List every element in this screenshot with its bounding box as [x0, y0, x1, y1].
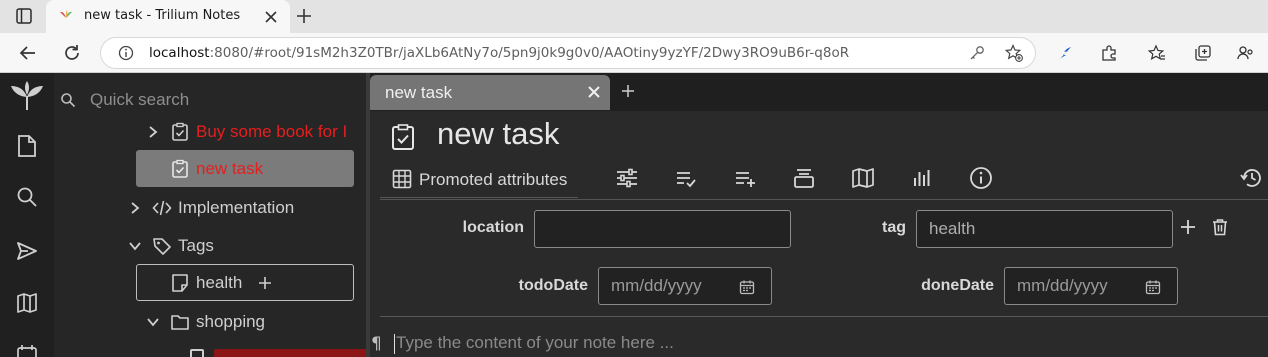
- note-paths-icon[interactable]: [792, 166, 816, 190]
- tree-item-health[interactable]: health: [170, 266, 272, 300]
- owned-attributes-icon[interactable]: [674, 166, 698, 190]
- address-bar[interactable]: localhost:8080/#root/91sM2h3Z0TBr/jaXLb6…: [100, 37, 1036, 69]
- tag-input[interactable]: health: [916, 210, 1173, 248]
- favorite-add-icon[interactable]: [1005, 44, 1023, 62]
- options-sliders-icon[interactable]: [615, 166, 639, 190]
- note-map-icon[interactable]: [851, 166, 875, 190]
- map-icon[interactable]: [16, 292, 38, 314]
- favorites-icon[interactable]: [1148, 44, 1166, 62]
- todo-date-input[interactable]: mm/dd/yyyy: [598, 267, 772, 305]
- done-date-input[interactable]: mm/dd/yyyy: [1004, 267, 1178, 305]
- ribbon-tab-promoted-attributes[interactable]: Promoted attributes: [380, 160, 578, 198]
- new-note-icon[interactable]: [16, 134, 38, 158]
- attribute-label-tag: tag: [882, 219, 906, 236]
- quick-search-icon: [60, 92, 76, 108]
- calendar-picker-icon[interactable]: [739, 279, 755, 295]
- add-attribute-icon[interactable]: [1181, 220, 1195, 234]
- trilium-logo-icon[interactable]: [9, 80, 45, 112]
- browser-tab[interactable]: new task - Trilium Notes: [46, 0, 290, 33]
- editor-caret: [394, 334, 395, 354]
- done-date-placeholder: mm/dd/yyyy: [1017, 276, 1108, 295]
- clipped-tree-item: [190, 349, 366, 357]
- similar-notes-chart-icon[interactable]: [910, 166, 934, 190]
- extension-feather-icon[interactable]: [1056, 44, 1074, 62]
- tree-item-tags[interactable]: Tags: [128, 229, 214, 263]
- folder-icon: [171, 315, 189, 330]
- attributes-divider: [380, 316, 1268, 317]
- chevron-right-icon[interactable]: [128, 201, 142, 215]
- close-tab-icon[interactable]: [264, 10, 278, 24]
- tree-item-new-task[interactable]: new task: [170, 152, 263, 186]
- note-type-icon[interactable]: [390, 123, 416, 151]
- location-input[interactable]: [534, 210, 791, 248]
- note-tab[interactable]: new task: [370, 75, 610, 110]
- new-note-tab-icon[interactable]: [622, 85, 634, 97]
- calendar-picker-icon[interactable]: [1145, 279, 1161, 295]
- tag-icon: [153, 238, 171, 255]
- note-info-icon[interactable]: [969, 166, 993, 190]
- attribute-label-todo-date: todoDate: [518, 277, 588, 294]
- tree-item-label: new task: [196, 159, 264, 178]
- grid-icon: [392, 169, 412, 189]
- revision-history-icon[interactable]: [1240, 166, 1264, 190]
- note-tab-label: new task: [385, 83, 453, 102]
- note-icon: [172, 274, 188, 292]
- tree-item-label: Implementation: [178, 198, 295, 217]
- note-title[interactable]: new task: [437, 116, 559, 152]
- ribbon-divider: [380, 199, 1268, 200]
- code-icon: [152, 200, 172, 216]
- attribute-label-done-date: doneDate: [921, 277, 994, 294]
- close-note-tab-icon[interactable]: [587, 85, 601, 99]
- search-icon[interactable]: [16, 186, 38, 208]
- add-child-icon[interactable]: [258, 276, 272, 290]
- launcher-bar: [0, 73, 54, 357]
- delete-attribute-icon[interactable]: [1211, 218, 1229, 236]
- chevron-down-icon[interactable]: [128, 239, 142, 253]
- ribbon-tab-label: Promoted attributes: [419, 170, 568, 189]
- calendar-icon[interactable]: [16, 344, 38, 357]
- inherited-attributes-icon[interactable]: [733, 166, 757, 190]
- task-icon: [172, 122, 188, 141]
- back-icon[interactable]: [18, 43, 38, 63]
- note-tree-panel: Quick search Buy some book for I new tas…: [54, 73, 366, 357]
- key-icon[interactable]: [969, 45, 985, 61]
- note-editor[interactable]: Type the content of your note here ...: [396, 333, 674, 353]
- tree-item-buy-book[interactable]: Buy some book for I: [146, 115, 347, 149]
- reload-icon[interactable]: [62, 43, 82, 63]
- jump-to-note-icon[interactable]: [16, 240, 38, 262]
- tree-item-label: Buy some book for I: [196, 122, 348, 141]
- quick-search-input[interactable]: Quick search: [90, 90, 189, 110]
- browser-tab-title: new task - Trilium Notes: [84, 8, 241, 23]
- sidebar-toggle-icon[interactable]: [16, 8, 32, 24]
- paragraph-icon: ¶: [371, 334, 382, 354]
- attribute-label-location: location: [462, 219, 524, 236]
- profile-icon[interactable]: [1236, 44, 1254, 62]
- tree-item-shopping[interactable]: shopping: [146, 305, 265, 339]
- tree-item-label: shopping: [196, 312, 266, 331]
- todo-date-placeholder: mm/dd/yyyy: [611, 276, 702, 295]
- task-icon: [172, 159, 188, 178]
- collections-icon[interactable]: [1194, 44, 1212, 62]
- trilium-favicon: [58, 9, 74, 25]
- tree-item-label: health: [196, 273, 243, 292]
- chevron-right-icon[interactable]: [146, 125, 160, 139]
- new-tab-icon[interactable]: [296, 8, 312, 24]
- url-host: localhost: [149, 45, 210, 61]
- site-info-icon[interactable]: [118, 45, 134, 61]
- url-path: :8080/#root/91sM2h3Z0TBr/jaXLb6AtNy7o/5p…: [209, 45, 850, 61]
- extensions-icon[interactable]: [1100, 44, 1118, 62]
- tree-item-label: Tags: [178, 236, 214, 255]
- chevron-down-icon[interactable]: [146, 315, 160, 329]
- tree-item-implementation[interactable]: Implementation: [128, 191, 294, 225]
